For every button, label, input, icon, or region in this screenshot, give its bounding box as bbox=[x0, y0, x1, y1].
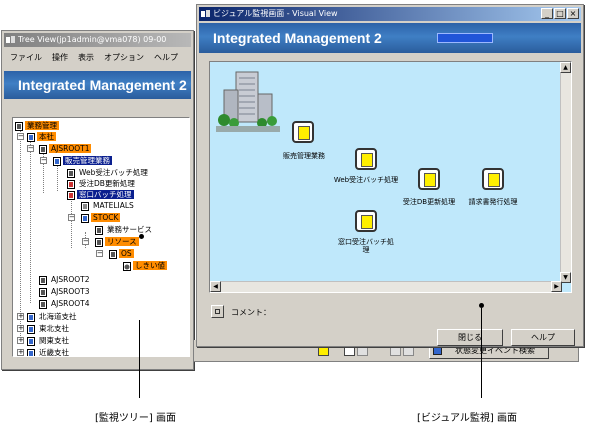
tree-node[interactable]: 近畿支社 bbox=[27, 347, 71, 356]
tree-window-title: Tree View(jp1admin@vma078) 09-00 bbox=[18, 35, 167, 44]
collapse-icon[interactable]: − bbox=[40, 157, 47, 164]
tree-caption: [監視ツリー] 画面 bbox=[95, 413, 176, 424]
expand-icon[interactable]: + bbox=[17, 325, 24, 332]
tree-node[interactable]: 本社 bbox=[27, 131, 56, 142]
visual-callout-line bbox=[481, 308, 482, 398]
tree-node[interactable]: OS bbox=[109, 248, 134, 259]
tree-node[interactable]: AJSROOT2 bbox=[39, 274, 91, 285]
service-icon bbox=[95, 225, 103, 235]
tree-node[interactable]: リソース bbox=[95, 236, 139, 247]
host-icon bbox=[81, 201, 89, 211]
expand-icon[interactable]: + bbox=[17, 313, 24, 320]
tree-node[interactable]: しきい値 bbox=[123, 260, 167, 271]
tree-node[interactable]: AJSROOT3 bbox=[39, 286, 91, 297]
close-dialog-button[interactable]: 閉じる bbox=[437, 329, 503, 346]
scroll-up-icon[interactable]: ▲ bbox=[560, 62, 571, 73]
vertical-scrollbar[interactable]: ▲ ▼ bbox=[560, 62, 571, 283]
job-icon-db-update[interactable] bbox=[418, 168, 440, 190]
job-label-counter-order: 窓口受注バッチ処理 bbox=[338, 238, 394, 254]
comment-icon[interactable] bbox=[211, 305, 224, 318]
tree-node[interactable]: 業務サービス bbox=[95, 224, 154, 235]
visual-view-window: ビジュアル監視画面 - Visual View _ □ × Integrated… bbox=[196, 4, 584, 347]
scroll-right-icon[interactable]: ▶ bbox=[551, 281, 562, 292]
tree-banner: Integrated Management 2 bbox=[4, 71, 191, 99]
tree-node[interactable]: 業務管理 bbox=[15, 120, 59, 131]
menu-file[interactable]: ファイル bbox=[10, 53, 42, 62]
tree-node[interactable]: AJSROOT1 bbox=[39, 143, 92, 154]
job-icon-counter-order[interactable] bbox=[355, 210, 377, 232]
job-label-sales: 販売管理業務 bbox=[283, 152, 325, 160]
scroll-left-icon[interactable]: ◀ bbox=[210, 281, 221, 292]
close-button[interactable]: × bbox=[567, 8, 579, 19]
menu-operation[interactable]: 操作 bbox=[52, 53, 68, 62]
job-label-invoice: 請求書発行処理 bbox=[468, 198, 518, 206]
comment-label: コメント： bbox=[231, 308, 271, 317]
system-icon bbox=[39, 144, 47, 154]
system-icon bbox=[39, 287, 47, 297]
tree-node[interactable]: 受注DB更新処理 bbox=[67, 178, 137, 189]
tree-node[interactable]: AJSROOT4 bbox=[39, 298, 91, 309]
monitoring-tree[interactable]: 業務管理 − 本社 − AJSROOT1 − 販売管理業務 Web受注バッチ処理… bbox=[12, 117, 190, 357]
tree-node[interactable]: 東北支社 bbox=[27, 323, 71, 334]
tree-node[interactable]: 北海道支社 bbox=[27, 311, 79, 322]
tree-node[interactable]: STOCK bbox=[81, 212, 121, 223]
os-icon bbox=[109, 249, 117, 259]
tree-view-window: Tree View(jp1admin@vma078) 09-00 ファイル 操作 表… bbox=[1, 30, 194, 370]
search-icon bbox=[433, 346, 442, 355]
collapse-icon[interactable]: − bbox=[96, 250, 103, 257]
menu-options[interactable]: オプション bbox=[104, 53, 144, 62]
callout-dot bbox=[139, 234, 144, 239]
tree-node[interactable]: MATELIALS bbox=[81, 200, 136, 211]
tree-node[interactable]: 販売管理業務 bbox=[53, 155, 112, 166]
business-group-icon bbox=[27, 336, 35, 346]
business-group-icon bbox=[27, 312, 35, 322]
resource-icon bbox=[95, 237, 103, 247]
threshold-icon bbox=[123, 261, 131, 271]
collapse-icon[interactable]: − bbox=[82, 238, 89, 245]
menu-help[interactable]: ヘルプ bbox=[154, 53, 178, 62]
app-icon bbox=[201, 10, 210, 17]
minimize-button[interactable]: _ bbox=[541, 8, 553, 19]
business-group-icon bbox=[27, 132, 35, 142]
visual-window-title: ビジュアル監視画面 - Visual View bbox=[213, 9, 338, 18]
tree-window-titlebar[interactable]: Tree View(jp1admin@vma078) 09-00 bbox=[4, 33, 191, 47]
system-icon bbox=[39, 275, 47, 285]
job-icon bbox=[67, 179, 75, 189]
job-icon-sales[interactable] bbox=[292, 121, 314, 143]
maximize-button[interactable]: □ bbox=[554, 8, 566, 19]
building-image bbox=[216, 71, 280, 132]
tree-callout-line bbox=[139, 320, 140, 398]
expand-icon[interactable]: + bbox=[17, 349, 24, 356]
host-icon bbox=[81, 213, 89, 223]
business-group-icon bbox=[15, 121, 23, 131]
collapse-icon[interactable]: − bbox=[27, 145, 34, 152]
jobnet-icon bbox=[53, 156, 61, 166]
visual-caption: [ビジュアル監視] 画面 bbox=[417, 413, 517, 424]
tree-node[interactable]: 関東支社 bbox=[27, 335, 71, 346]
visual-window-titlebar[interactable]: ビジュアル監視画面 - Visual View _ □ × bbox=[199, 7, 581, 21]
menu-view[interactable]: 表示 bbox=[78, 53, 94, 62]
horizontal-scrollbar[interactable]: ◀ ▶ bbox=[210, 281, 562, 292]
job-icon bbox=[67, 168, 75, 178]
system-icon bbox=[39, 299, 47, 309]
tree-menubar: ファイル 操作 表示 オプション ヘルプ bbox=[4, 51, 191, 65]
app-icon bbox=[6, 36, 15, 43]
job-icon-invoice[interactable] bbox=[482, 168, 504, 190]
tree-node[interactable]: Web受注バッチ処理 bbox=[67, 167, 150, 178]
visual-canvas[interactable]: 販売管理業務 Web受注バッチ処理 受注DB更新処理 請求書発行処理 窓口受注バ… bbox=[209, 61, 572, 293]
job-label-db-update: 受注DB更新処理 bbox=[402, 198, 456, 206]
job-icon-web-order[interactable] bbox=[355, 148, 377, 170]
status-indicator bbox=[437, 33, 493, 43]
job-icon bbox=[67, 190, 75, 200]
collapse-icon[interactable]: − bbox=[17, 133, 24, 140]
tree-node[interactable]: 窓口バッチ処理 bbox=[67, 189, 134, 200]
expand-icon[interactable]: + bbox=[17, 337, 24, 344]
help-button[interactable]: ヘルプ bbox=[511, 329, 575, 346]
business-group-icon bbox=[27, 348, 35, 356]
business-group-icon bbox=[27, 324, 35, 334]
visual-banner: Integrated Management 2 bbox=[199, 23, 581, 53]
collapse-icon[interactable]: − bbox=[68, 214, 75, 221]
job-label-web-order: Web受注バッチ処理 bbox=[333, 176, 399, 184]
